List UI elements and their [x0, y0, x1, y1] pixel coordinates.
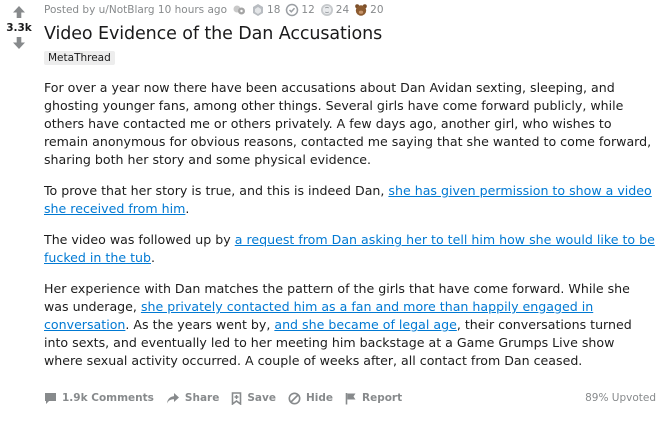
award-count: 12 [301, 4, 315, 16]
paragraph-text: . As the years went by, [125, 317, 275, 332]
award-helpful[interactable]: 12 [285, 3, 315, 17]
award-hugz[interactable] [232, 3, 246, 17]
bear-award-icon [355, 4, 367, 16]
save-label: Save [247, 392, 276, 404]
body-paragraph: For over a year now there have been accu… [44, 79, 656, 169]
paragraph-text: For over a year now there have been accu… [44, 80, 652, 167]
award-count: 24 [335, 4, 350, 16]
upvote-icon[interactable] [12, 5, 26, 19]
award-silver[interactable]: 18 [251, 3, 280, 17]
share-icon [166, 392, 179, 403]
post-meta: Posted by u/NotBlarg 10 hours ago 18 12 … [44, 1, 658, 19]
share-button[interactable]: Share [166, 392, 219, 405]
save-button[interactable]: Save [231, 391, 276, 405]
body-paragraph: Her experience with Dan matches the patt… [44, 280, 656, 370]
comments-label: 1.9k Comments [62, 392, 154, 404]
paragraph-text: To prove that her story is true, and thi… [44, 183, 389, 198]
post-title[interactable]: Video Evidence of the Dan Accusations [44, 22, 658, 46]
award-bear[interactable]: 20 [354, 3, 384, 17]
hide-button[interactable]: Hide [288, 392, 333, 405]
report-button[interactable]: Report [345, 392, 402, 405]
bookmark-icon [232, 391, 242, 405]
post: 3.3k Posted by u/NotBlarg 10 hours ago 1… [0, 0, 662, 422]
award-count: 20 [370, 4, 384, 16]
legal-age-link[interactable]: and she became of legal age [274, 317, 456, 332]
upvote-ratio: 89% Upvoted [585, 392, 656, 404]
vote-column: 3.3k [0, 0, 38, 50]
downvote-icon[interactable] [12, 36, 26, 50]
comments-button[interactable]: 1.9k Comments [44, 392, 154, 405]
post-flair[interactable]: MetaThread [44, 51, 115, 65]
paragraph-text: . [185, 201, 190, 216]
post-body: For over a year now there have been accu… [44, 79, 656, 370]
share-label: Share [184, 392, 220, 404]
paragraph-text: . [151, 250, 156, 265]
report-label: Report [362, 392, 403, 404]
body-paragraph: The video was followed up by a request f… [44, 231, 656, 267]
helpful-award-icon [286, 3, 299, 17]
post-actions: 1.9k Comments Share Save Hide Report 89%… [44, 388, 656, 408]
flag-icon [345, 392, 356, 404]
coin-award-icon [320, 4, 333, 16]
paragraph-text: The video was followed up by [44, 232, 235, 247]
body-paragraph: To prove that her story is true, and thi… [44, 182, 656, 218]
hide-label: Hide [305, 392, 333, 404]
vote-score: 3.3k [6, 22, 32, 34]
hugz-award-icon [233, 5, 246, 15]
hide-icon [288, 392, 301, 404]
award-count: 18 [267, 4, 281, 16]
comment-icon [45, 392, 56, 404]
post-content: Posted by u/NotBlarg 10 hours ago 18 12 … [44, 0, 658, 383]
silver-award-icon [253, 4, 264, 16]
award-coin[interactable]: 24 [320, 3, 349, 17]
author-line[interactable]: Posted by u/NotBlarg 10 hours ago [44, 4, 227, 16]
